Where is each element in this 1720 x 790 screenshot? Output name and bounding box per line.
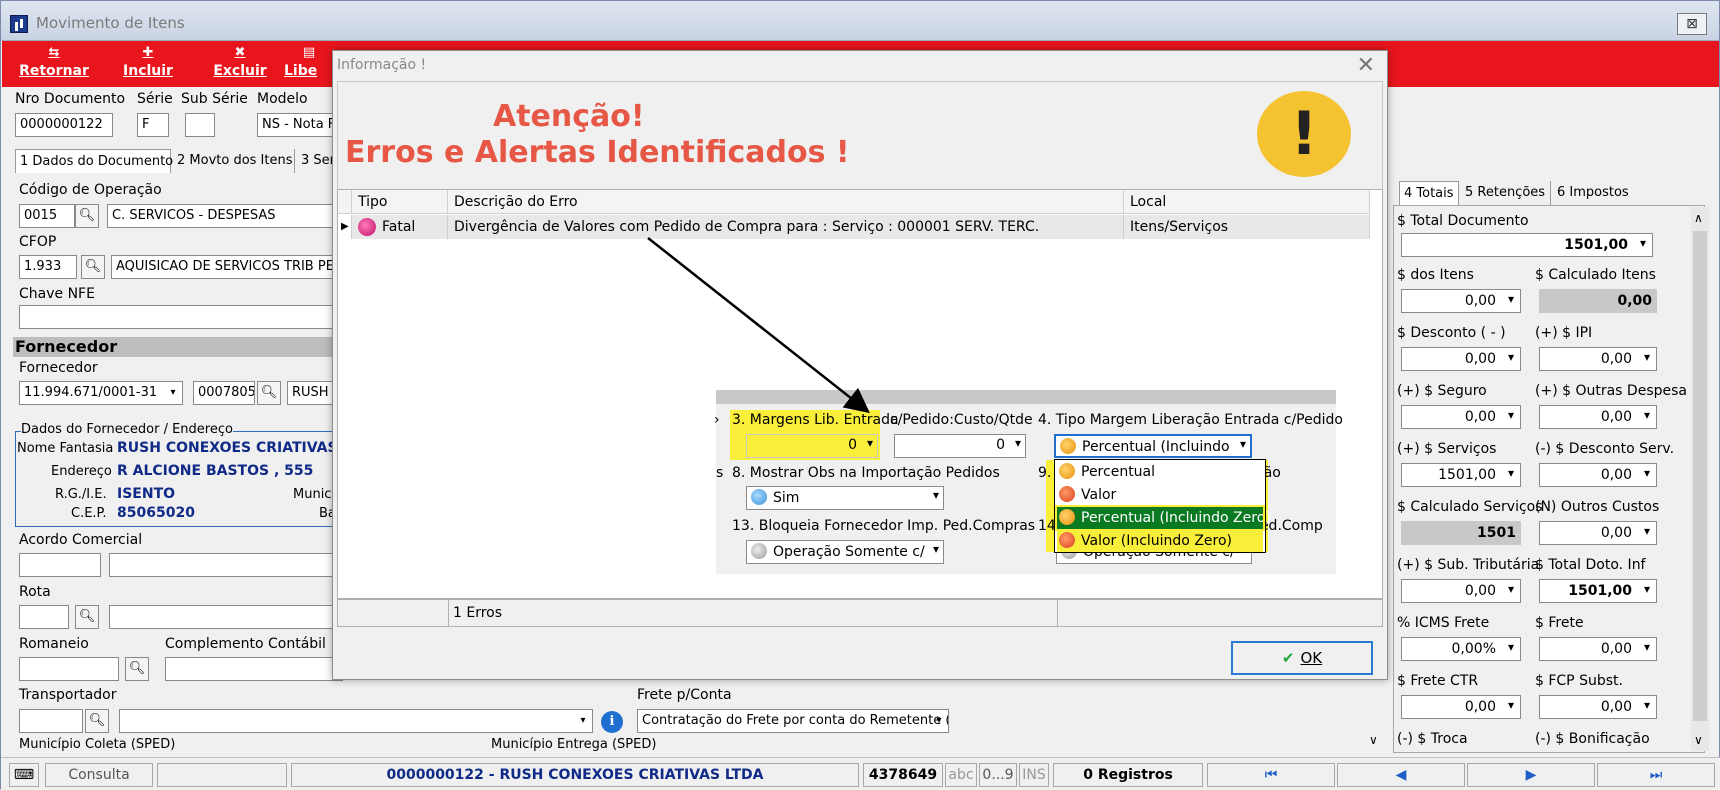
annotation-arrow — [647, 237, 870, 414]
arrow-line — [647, 237, 870, 414]
